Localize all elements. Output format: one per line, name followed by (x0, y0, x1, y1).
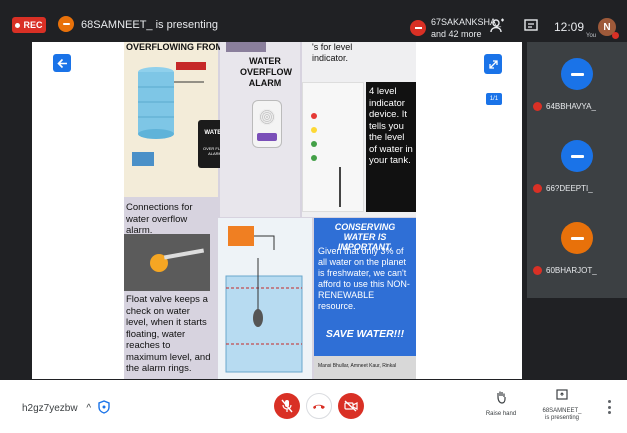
presenting-label-line: 68SAMNEET_ (542, 408, 582, 414)
connections-caption: Connections for water overflow alarm. (126, 202, 193, 236)
led-green-icon (311, 141, 317, 147)
presentation-status-button[interactable]: 68SAMNEET_ is presenting (537, 388, 587, 422)
clock: 12:09 (554, 20, 585, 34)
indicator-device-image (302, 82, 364, 212)
recording-label: REC (23, 20, 43, 30)
alarm-speaker-image (252, 100, 282, 148)
participant-avatar (561, 222, 593, 254)
participants-panel: 64BBHAVYA_ 66?DEEPTI_ 60BHARJOT_ (527, 42, 627, 298)
presenting-label-line: is presenting (544, 415, 580, 421)
present-screen-icon (556, 389, 568, 400)
indicator-panel: 's for level indicator. 4 level indicato… (302, 42, 416, 217)
back-button[interactable] (53, 54, 71, 72)
float-tank-illustration (218, 218, 312, 379)
camera-off-icon (344, 400, 358, 412)
conserving-water-panel: CONSERVING WATER IS IMPORTANT. Given tha… (314, 218, 416, 379)
led-green-icon (311, 155, 317, 161)
expand-icon (488, 59, 498, 69)
led-red-icon (311, 113, 317, 119)
float-valve-caption: Float valve keeps a check on water level… (126, 294, 211, 374)
meeting-details-button[interactable]: h2gz7yezbw ^ (22, 403, 91, 414)
conserving-body: Given that only 3% of all water on the p… (318, 246, 410, 311)
tank-photo-panel: OVERFLOWING FROM WATER OVER FLOW ALARM (124, 42, 232, 197)
participant-name: 60BHARJOT_ (546, 266, 597, 275)
meeting-code: h2gz7yezbw (22, 403, 78, 414)
alarm-title-line: WATER (249, 56, 281, 66)
raise-hand-label: Raise hand (485, 411, 517, 417)
record-dot-icon (15, 22, 21, 28)
speaker-purple-band (257, 133, 277, 141)
fit-screen-button[interactable] (484, 54, 502, 74)
recording-badge: REC (12, 17, 46, 33)
float-tank-svg (225, 226, 303, 373)
authors-strip: Mansi Bhullar, Amneet Kaur, Rinkal (314, 356, 416, 379)
alarm-title: WATER OVERFLOW ALARM (240, 56, 292, 89)
mic-off-icon (281, 399, 293, 413)
authors-text: Mansi Bhullar, Amneet Kaur, Rinkal (318, 363, 397, 369)
chat-icon[interactable] (522, 17, 540, 35)
shared-slide: OVERFLOWING FROM WATER OVER FLOW ALARM C… (124, 42, 416, 379)
presenter-status[interactable]: 68SAMNEET_ is presenting (81, 19, 218, 31)
mic-off-icon (533, 102, 542, 111)
level-indicator-note: 's for level indicator. (312, 42, 352, 64)
save-water-slogan: SAVE WATER!!! (325, 328, 405, 340)
participant-avatar (561, 58, 593, 90)
page-indicator: 1/1 (486, 93, 502, 105)
arrow-left-icon (56, 58, 67, 68)
level-indicator-note-line: indicator. (312, 53, 349, 63)
participant-tile[interactable]: 64BBHAVYA_ (527, 48, 627, 124)
probe-wire (339, 167, 341, 207)
self-mic-off-icon (612, 32, 619, 39)
camera-toggle-button[interactable] (338, 393, 364, 419)
people-icon[interactable] (489, 17, 507, 35)
participant-name: 66?DEEPTI_ (546, 184, 593, 193)
top-bar: REC 68SAMNEET_ is presenting 67SAKANKSHA… (0, 0, 627, 42)
indicator-description: 4 level indicator device. It tells you t… (366, 82, 416, 212)
presenter-mic-off-icon (58, 16, 74, 32)
hand-icon (497, 391, 506, 404)
alarm-header-strip (226, 42, 266, 52)
meet-window: REC 68SAMNEET_ is presenting 67SAKANKSHA… (0, 0, 627, 433)
more-options-icon[interactable] (608, 400, 612, 414)
microphone-toggle-button[interactable] (274, 393, 300, 419)
mic-off-icon (533, 184, 542, 193)
speaker-grille-icon (259, 109, 275, 125)
participant-tile[interactable]: 66?DEEPTI_ (527, 130, 627, 206)
mic-off-icon (533, 266, 542, 275)
alarm-panel: WATER OVERFLOW ALARM (220, 42, 300, 217)
float-valve-photo (124, 234, 210, 291)
alarm-title-line: OVERFLOW (240, 67, 292, 77)
participant-name: 64BBHAVYA_ (546, 102, 596, 111)
participant-tile[interactable]: 60BHARJOT_ (527, 212, 627, 288)
shield-icon[interactable] (98, 400, 110, 414)
raise-hand-button[interactable]: Raise hand (484, 390, 518, 418)
chevron-up-icon: ^ (86, 403, 92, 414)
level-indicator-note-line: 's for level (312, 42, 353, 52)
hang-up-icon (313, 404, 325, 409)
leave-call-button[interactable] (306, 393, 332, 419)
self-label: You (586, 33, 597, 39)
participant-avatar (561, 140, 593, 172)
speaker-mic-off-icon (410, 20, 426, 36)
led-yellow-icon (311, 127, 317, 133)
alarm-title-line: ALARM (248, 78, 282, 88)
float-arm (163, 248, 205, 260)
